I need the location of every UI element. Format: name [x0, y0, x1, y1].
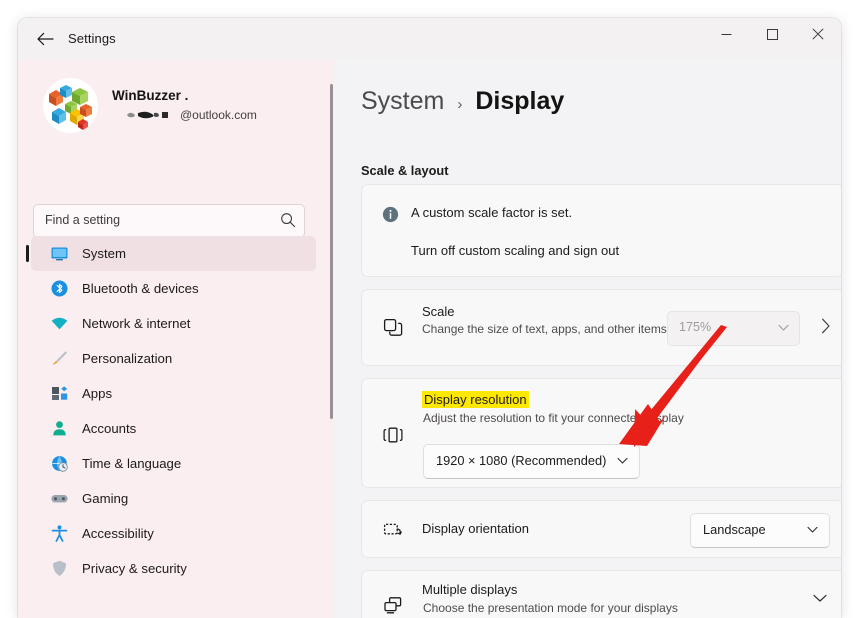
sidebar-item-accessibility[interactable]: Accessibility — [31, 516, 316, 551]
minimize-icon — [721, 33, 731, 35]
maximize-button[interactable] — [749, 18, 795, 50]
accessibility-icon — [45, 524, 73, 543]
display-orientation-icon — [381, 519, 405, 543]
title-bar: Settings — [18, 18, 841, 60]
multiple-displays-title: Multiple displays — [422, 582, 518, 597]
scale-value: 175% — [679, 320, 712, 334]
display-resolution-title-wrap: Display resolution — [422, 391, 529, 409]
display-resolution-icon — [381, 423, 405, 447]
back-arrow-icon — [36, 32, 54, 45]
sidebar-item-label: Privacy & security — [82, 561, 187, 576]
gamepad-icon — [45, 489, 73, 508]
bluetooth-icon — [45, 279, 73, 298]
sidebar-item-system[interactable]: System — [26, 236, 316, 271]
sidebar-item-gaming[interactable]: Gaming — [31, 481, 316, 516]
sidebar-item-label: Bluetooth & devices — [82, 281, 199, 296]
multiple-displays-subtitle: Choose the presentation mode for your di… — [423, 601, 678, 615]
display-orientation-value: Landscape — [703, 522, 766, 537]
colorful-cubes-avatar-icon — [43, 78, 98, 133]
sidebar-item-network-and-internet[interactable]: Network & internet — [31, 306, 316, 341]
search-input[interactable]: Find a setting — [33, 204, 305, 238]
sidebar-item-bluetooth-and-devices[interactable]: Bluetooth & devices — [31, 271, 316, 306]
close-icon — [812, 28, 824, 40]
chevron-down-icon — [617, 457, 628, 464]
account-tile[interactable]: WinBuzzer . @outlook.com — [32, 72, 322, 134]
search-placeholder: Find a setting — [45, 213, 121, 227]
scale-subtitle: Change the size of text, apps, and other… — [422, 322, 667, 336]
display-resolution-card[interactable]: Display resolution Adjust the resolution… — [361, 378, 841, 488]
display-resolution-value: 1920 × 1080 (Recommended) — [436, 453, 607, 468]
sidebar-item-label: Gaming — [82, 491, 129, 506]
multiple-displays-icon — [381, 594, 405, 618]
display-orientation-title: Display orientation — [422, 521, 529, 536]
monitor-icon — [45, 244, 73, 263]
app-title: Settings — [68, 31, 116, 46]
sidebar-scrollbar[interactable] — [330, 84, 333, 419]
wifi-icon — [45, 314, 73, 333]
apps-icon — [45, 384, 73, 403]
sidebar-nav: System Bluetooth & devices Network & int… — [18, 236, 334, 586]
scale-card[interactable]: Scale Change the size of text, apps, and… — [361, 289, 841, 366]
scale-dropdown[interactable]: 175% — [667, 311, 800, 346]
account-name: WinBuzzer . — [112, 88, 189, 103]
info-icon — [382, 206, 399, 223]
breadcrumb: System › Display — [361, 87, 564, 116]
minimize-button[interactable] — [703, 18, 749, 50]
sidebar-item-label: Accessibility — [82, 526, 154, 541]
shield-icon — [45, 559, 73, 578]
chevron-right-icon[interactable] — [821, 318, 831, 334]
chevron-down-icon — [807, 526, 818, 533]
paintbrush-icon — [45, 349, 73, 368]
custom-scale-info-card: A custom scale factor is set. Turn off c… — [361, 184, 841, 277]
globe-clock-icon — [45, 454, 73, 473]
scale-title: Scale — [422, 304, 455, 319]
section-heading: Scale & layout — [361, 163, 449, 178]
display-orientation-dropdown[interactable]: Landscape — [690, 513, 830, 548]
sidebar-item-time-and-language[interactable]: Time & language — [31, 446, 316, 481]
sidebar-item-apps[interactable]: Apps — [31, 376, 316, 411]
display-resolution-title: Display resolution — [422, 391, 529, 408]
display-resolution-subtitle: Adjust the resolution to fit your connec… — [423, 411, 684, 425]
maximize-icon — [766, 28, 778, 40]
account-email-domain: @outlook.com — [180, 108, 257, 122]
sidebar-item-accounts[interactable]: Accounts — [31, 411, 316, 446]
page-title: Display — [475, 87, 565, 115]
person-icon — [45, 419, 73, 438]
back-button[interactable] — [26, 24, 64, 54]
settings-window: Settings WinBuzzer . @outlook.com Find a… — [18, 18, 841, 618]
redacted-email-icon — [127, 111, 168, 119]
turn-off-custom-scaling-link[interactable]: Turn off custom scaling and sign out — [411, 243, 619, 258]
avatar — [43, 78, 98, 133]
chevron-down-icon — [778, 324, 789, 331]
sidebar-item-label: Apps — [82, 386, 113, 401]
info-message: A custom scale factor is set. — [411, 205, 573, 220]
display-orientation-card[interactable]: Display orientation Landscape — [361, 500, 841, 558]
scale-icon — [381, 316, 405, 340]
sidebar-item-label: Time & language — [82, 456, 182, 471]
multiple-displays-card[interactable]: Multiple displays Choose the presentatio… — [361, 570, 841, 618]
sidebar-item-label: Network & internet — [82, 316, 191, 331]
display-resolution-dropdown[interactable]: 1920 × 1080 (Recommended) — [423, 444, 640, 479]
sidebar-item-label: Accounts — [82, 421, 137, 436]
sidebar-item-label: Personalization — [82, 351, 173, 366]
search-icon[interactable] — [280, 212, 296, 228]
sidebar-item-privacy-and-security[interactable]: Privacy & security — [31, 551, 316, 586]
breadcrumb-parent[interactable]: System — [361, 87, 444, 116]
main-content: System › Display Scale & layout A custom… — [334, 60, 841, 618]
breadcrumb-separator-icon: › — [457, 96, 463, 113]
sidebar-item-label: System — [82, 246, 126, 261]
sidebar: WinBuzzer . @outlook.com Find a setting — [18, 60, 334, 618]
close-button[interactable] — [795, 18, 841, 50]
sidebar-item-personalization[interactable]: Personalization — [31, 341, 316, 376]
account-email: @outlook.com — [124, 108, 257, 122]
